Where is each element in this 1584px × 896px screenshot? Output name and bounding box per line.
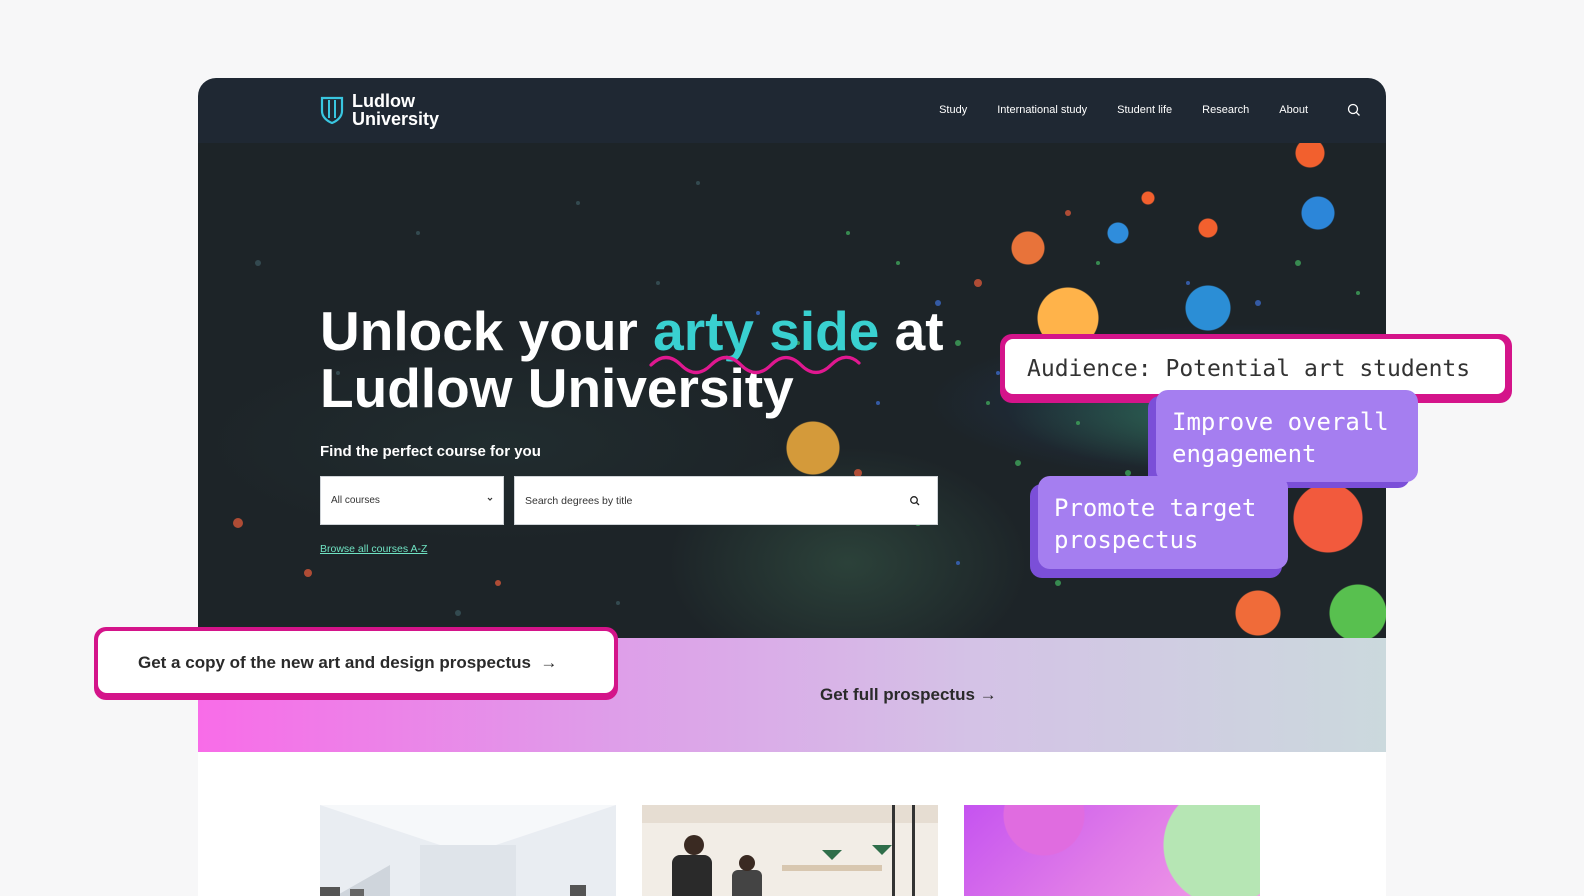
- arrow-right-icon: →: [540, 653, 558, 672]
- goal-tag-engagement: Improve overall engagement: [1148, 390, 1420, 490]
- course-search-input[interactable]: [525, 491, 885, 511]
- find-course-label: Find the perfect course for you: [320, 443, 541, 460]
- goal-tag-engagement-text: Improve overall engagement: [1172, 408, 1389, 468]
- site-header: Ludlow University Study International st…: [198, 78, 1386, 143]
- goal-tag-prospectus-text: Promote target prospectus: [1054, 494, 1257, 554]
- logo-line-1: Ludlow: [352, 91, 415, 111]
- nav-link-study[interactable]: Study: [939, 104, 967, 116]
- feature-card-abstract[interactable]: [964, 805, 1260, 896]
- search-icon[interactable]: [1346, 102, 1362, 118]
- main-nav: Study International study Student life R…: [909, 104, 1308, 116]
- hero-title-part1: Unlock your: [320, 300, 654, 362]
- shield-logo-icon: [320, 96, 344, 124]
- prospectus-cta-callout[interactable]: Get a copy of the new art and design pro…: [94, 627, 618, 700]
- site-logo[interactable]: Ludlow University: [320, 92, 439, 128]
- nav-link-student-life[interactable]: Student life: [1117, 104, 1172, 116]
- get-full-prospectus-label: Get full prospectus: [820, 685, 975, 704]
- audience-callout-inner: Audience: Potential art students: [1005, 339, 1505, 394]
- browse-all-courses-link[interactable]: Browse all courses A-Z: [320, 543, 427, 555]
- prospectus-cta-label: Get a copy of the new art and design pro…: [138, 653, 531, 672]
- audience-callout-text: Audience: Potential art students: [1027, 356, 1471, 382]
- course-search-field: [514, 476, 938, 525]
- hero-title-part2: at: [879, 300, 944, 362]
- get-full-prospectus-link[interactable]: Get full prospectus →: [820, 685, 997, 705]
- cafe-image: [642, 805, 938, 896]
- squiggle-underline: [649, 355, 861, 375]
- course-type-select[interactable]: All courses: [320, 476, 504, 525]
- course-type-value: All courses: [331, 495, 380, 506]
- prospectus-cta-text: Get a copy of the new art and design pro…: [138, 653, 557, 673]
- gallery-image: [320, 805, 616, 896]
- arrow-right-icon: →: [979, 685, 997, 704]
- nav-link-about[interactable]: About: [1279, 104, 1308, 116]
- chevron-down-icon: [487, 497, 493, 501]
- logo-line-2: University: [352, 109, 440, 129]
- search-icon[interactable]: [909, 495, 921, 507]
- feature-card-cafe[interactable]: [642, 805, 938, 896]
- prospectus-cta-inner: Get a copy of the new art and design pro…: [98, 631, 614, 693]
- logo-text: Ludlow University: [352, 92, 439, 128]
- nav-link-research[interactable]: Research: [1202, 104, 1249, 116]
- nav-link-international-study[interactable]: International study: [997, 104, 1087, 116]
- goal-tag-prospectus: Promote target prospectus: [1030, 476, 1292, 580]
- feature-card-gallery[interactable]: [320, 805, 616, 896]
